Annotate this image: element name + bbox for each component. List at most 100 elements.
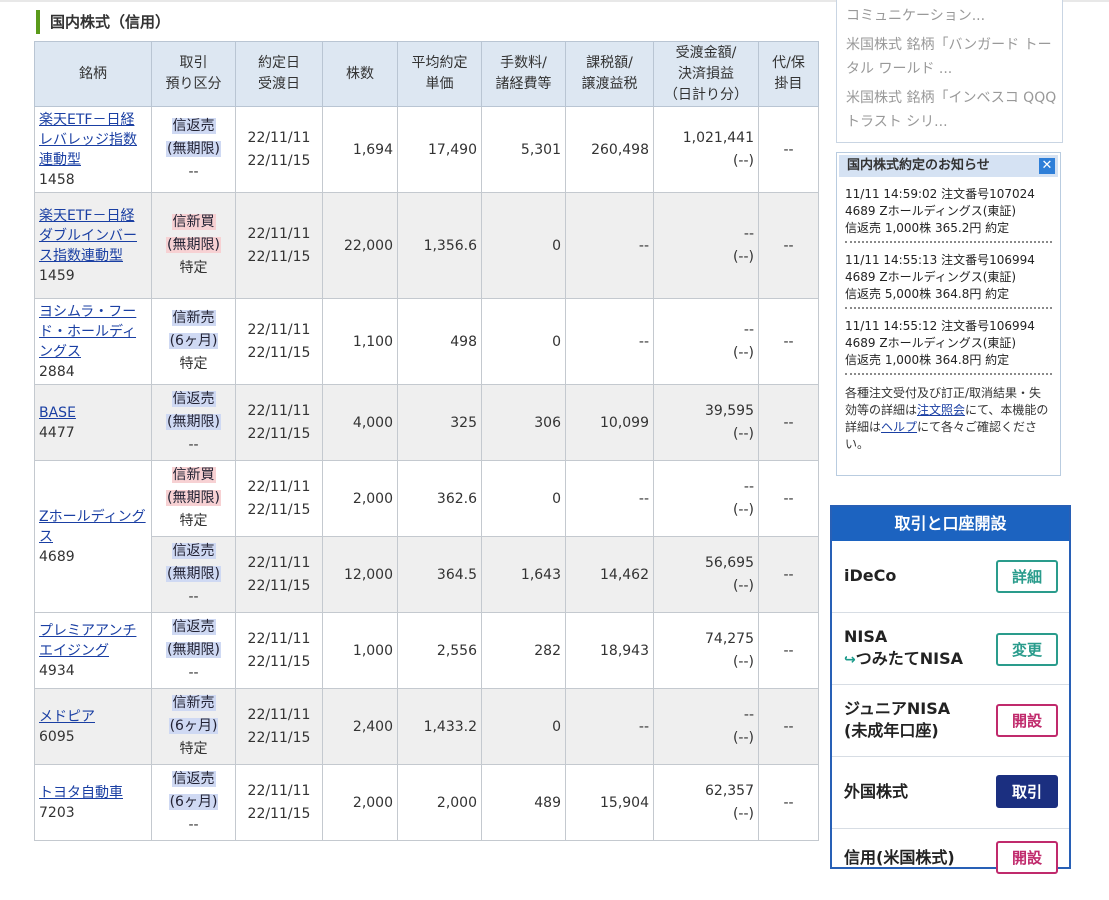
account-type: 特定	[179, 260, 208, 276]
settle-date: 22/11/15	[247, 653, 311, 670]
shares: 12,000	[322, 536, 398, 613]
tax: 10,099	[565, 384, 654, 461]
news-item[interactable]: コミュニケーション...	[837, 4, 1062, 28]
day-pnl: (--)	[732, 344, 754, 361]
nisa-change-button[interactable]: 変更	[996, 633, 1058, 666]
trade-type: 信返売	[171, 771, 216, 787]
day-pnl: (--)	[732, 653, 754, 670]
stock-link[interactable]: Zホールディングス	[39, 509, 146, 545]
stock-name-cell: プレミアアンチエイジング 4934	[34, 612, 152, 689]
account-type: --	[188, 437, 199, 453]
day-pnl: (--)	[732, 248, 754, 265]
stock-link[interactable]: BASE	[39, 405, 76, 421]
settle-amount: --	[743, 478, 754, 495]
ideco-label: iDeCo	[844, 566, 897, 585]
tsumitate-nisa-label: ↪つみたてNISA	[844, 648, 963, 671]
stock-link[interactable]: プレミアアンチエイジング	[39, 623, 136, 659]
date-cell: 22/11/11 22/11/15	[235, 612, 323, 689]
custody-term: (無期限)	[166, 566, 221, 582]
account-type: --	[188, 164, 199, 180]
avg-price: 2,556	[397, 612, 482, 689]
stock-link[interactable]: メドピア	[39, 709, 95, 725]
margin: --	[758, 106, 819, 193]
close-icon[interactable]: ✕	[1039, 158, 1055, 174]
notice-time-order: 11/11 14:59:02 注文番号107024	[845, 187, 1035, 201]
stock-link[interactable]: 楽天ETF－日経レバレッジ指数連動型	[39, 112, 137, 168]
amount-cell: 39,595 (--)	[653, 384, 759, 461]
stock-link[interactable]: トヨタ自動車	[39, 785, 123, 801]
trade-type: 信返売	[171, 118, 216, 134]
table-row: 信返売 (無期限) -- 22/11/11 22/11/15 12,000 364.5…	[35, 536, 819, 613]
notice-detail: 信返売 1,000株 365.2円 約定	[845, 221, 1010, 235]
stock-link[interactable]: 楽天ETF－日経ダブルインバース指数連動型	[39, 208, 137, 264]
tax: 15,904	[565, 764, 654, 841]
avg-price: 362.6	[397, 460, 482, 537]
trade-type-cell: 信新買 (無期限) 特定	[151, 460, 236, 537]
settle-date: 22/11/15	[247, 344, 311, 361]
header-price: 平均約定 単価	[397, 41, 482, 107]
table-row: プレミアアンチエイジング 4934 信返売 (無期限) -- 22/11/11 22/1…	[34, 612, 819, 689]
fee: 1,643	[481, 536, 566, 613]
trade-type-cell: 信新売 (6ヶ月) 特定	[151, 688, 236, 765]
fee: 0	[481, 298, 566, 385]
us-margin-open-button[interactable]: 開設	[996, 841, 1058, 874]
trade-type-cell: 信新売 (6ヶ月) 特定	[151, 298, 236, 385]
custody-term: (無期限)	[166, 414, 221, 430]
date-cell: 22/11/11 22/11/15	[235, 106, 323, 193]
news-list: コミュニケーション... 米国株式 銘柄「バンガード トータル ワールド ...…	[836, 0, 1063, 143]
shares: 22,000	[322, 192, 398, 299]
trade-date: 22/11/11	[247, 630, 311, 647]
stock-code: 1459	[39, 267, 75, 284]
custody-term: (無期限)	[166, 237, 221, 253]
custody-term: (無期限)	[166, 642, 221, 658]
us-margin-label: 信用(米国株式)	[844, 848, 955, 867]
avg-price: 325	[397, 384, 482, 461]
shares: 1,100	[322, 298, 398, 385]
foreign-stock-label: 外国株式	[844, 782, 909, 801]
date-cell: 22/11/11 22/11/15	[235, 192, 323, 299]
junior-nisa-label-block: ジュニアNISA (未成年口座)	[844, 698, 950, 742]
order-inquiry-link[interactable]: 注文照会	[917, 403, 965, 417]
account-type: 特定	[179, 513, 208, 529]
settle-amount: 1,021,441	[682, 129, 754, 146]
arrow-icon: ↪	[844, 652, 856, 668]
margin: --	[758, 612, 819, 689]
shares: 1,694	[322, 106, 398, 193]
notice-entry: 11/11 14:55:12 注文番号106994 4689 Zホールディングス…	[845, 318, 1052, 375]
settle-amount: 62,357	[705, 782, 754, 799]
stock-code: 7203	[39, 804, 75, 821]
news-item[interactable]: 米国株式 銘柄「バンガード トータル ワールド ...	[837, 33, 1062, 81]
foreign-stock-trade-button[interactable]: 取引	[996, 775, 1058, 808]
trade-type-cell: 信返売 (無期限) --	[151, 536, 236, 613]
news-item[interactable]: 米国株式 銘柄「インベスコ QQQトラスト シリ...	[837, 86, 1062, 134]
panel-title: 取引と口座開設	[832, 507, 1069, 541]
settle-date: 22/11/15	[247, 501, 311, 518]
avg-price: 364.5	[397, 536, 482, 613]
junior-nisa-open-button[interactable]: 開設	[996, 704, 1058, 737]
stock-name-cell: 楽天ETF－日経ダブルインバース指数連動型 1459	[34, 192, 152, 299]
notice-stock: 4689 Zホールディングス(東証)	[845, 204, 1017, 218]
trade-date: 22/11/11	[247, 554, 311, 571]
trade-date: 22/11/11	[247, 478, 311, 495]
nisa-label: NISA	[844, 627, 888, 646]
avg-price: 1,356.6	[397, 192, 482, 299]
settle-date: 22/11/15	[247, 805, 311, 822]
trade-type: 信新買	[171, 467, 216, 483]
notice-entry: 11/11 14:55:13 注文番号106994 4689 Zホールディングス…	[845, 252, 1052, 309]
date-cell: 22/11/11 22/11/15	[235, 298, 323, 385]
amount-cell: 1,021,441 (--)	[653, 106, 759, 193]
custody-term: (6ヶ月)	[168, 333, 219, 349]
fee: 282	[481, 612, 566, 689]
trade-date: 22/11/11	[247, 402, 311, 419]
trade-date: 22/11/11	[247, 706, 311, 723]
stock-link[interactable]: ヨシムラ・フード・ホールディングス	[39, 304, 136, 360]
ideco-detail-button[interactable]: 詳細	[996, 560, 1058, 593]
trade-date: 22/11/11	[247, 129, 311, 146]
trade-type: 信返売	[171, 543, 216, 559]
amount-cell: 56,695 (--)	[653, 536, 759, 613]
custody-term: (6ヶ月)	[168, 718, 219, 734]
date-cell: 22/11/11 22/11/15	[235, 460, 323, 537]
settle-date: 22/11/15	[247, 729, 311, 746]
table-row: メドピア 6095 信新売 (6ヶ月) 特定 22/11/11 22/11/15 2,4…	[34, 688, 819, 765]
help-link[interactable]: ヘルプ	[881, 420, 917, 434]
